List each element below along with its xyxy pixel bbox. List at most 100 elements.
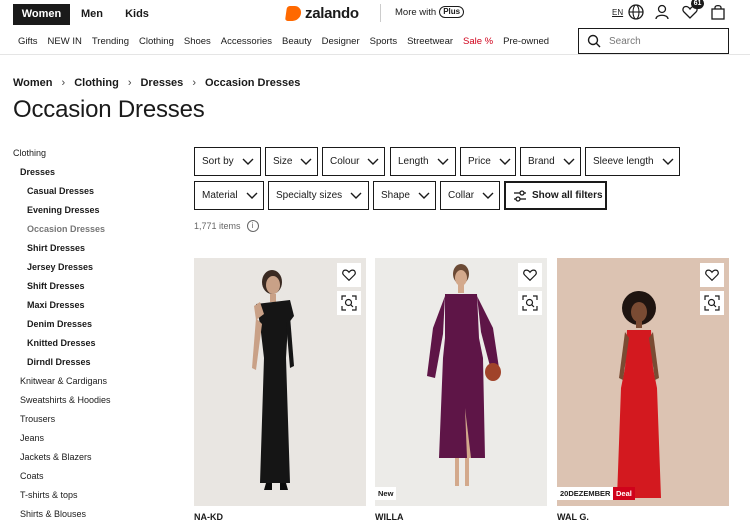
- sidebar-item-denim-dresses[interactable]: Denim Dresses: [27, 319, 92, 329]
- chevron-down-icon: [300, 158, 312, 165]
- sidebar-item-sweatshirts[interactable]: Sweatshirts & Hoodies: [20, 395, 111, 405]
- filter-colour[interactable]: Colour: [322, 147, 385, 176]
- heart-icon: [342, 269, 356, 282]
- nav-designer[interactable]: Designer: [322, 36, 360, 47]
- tab-women[interactable]: Women: [13, 4, 70, 25]
- header-divider-line: [0, 54, 750, 55]
- nav-beauty[interactable]: Beauty: [282, 36, 312, 47]
- item-count-label: 1,771 items: [194, 221, 241, 231]
- wishlist-button[interactable]: [518, 263, 542, 287]
- nav-shoes[interactable]: Shoes: [184, 36, 211, 47]
- sidebar-item-trousers[interactable]: Trousers: [20, 414, 55, 424]
- filter-sort-by[interactable]: Sort by: [194, 147, 261, 176]
- nav-trending[interactable]: Trending: [92, 36, 129, 47]
- more-with-label: More with: [395, 6, 437, 18]
- breadcrumb-current: Occasion Dresses: [204, 77, 301, 89]
- nav-pre-owned[interactable]: Pre-owned: [503, 36, 549, 47]
- filter-label: Shape: [381, 190, 410, 201]
- info-icon[interactable]: i: [246, 220, 259, 232]
- show-all-filters-label: Show all filters: [532, 190, 603, 201]
- sidebar-item-shift-dresses[interactable]: Shift Dresses: [27, 281, 85, 291]
- search-input[interactable]: [609, 35, 719, 47]
- tab-kids[interactable]: Kids: [117, 4, 157, 25]
- product-card[interactable]: 20DEZEMBER Deal: [557, 258, 729, 506]
- promo-badge: 20DEZEMBER: [557, 487, 614, 500]
- account-icon[interactable]: [653, 3, 671, 21]
- nav-new-in[interactable]: NEW IN: [48, 36, 82, 47]
- wishlist-count-badge: 61: [691, 0, 704, 9]
- find-similar-button[interactable]: [518, 291, 542, 315]
- nav-clothing[interactable]: Clothing: [139, 36, 174, 47]
- product-card[interactable]: [194, 258, 366, 506]
- product-brand[interactable]: WILLA: [375, 512, 404, 522]
- bag-icon[interactable]: [709, 3, 727, 21]
- chevron-down-icon: [367, 158, 379, 165]
- page-title: Occasion Dresses: [13, 96, 205, 123]
- chevron-down-icon: [246, 192, 258, 199]
- search-box[interactable]: [578, 28, 729, 54]
- sidebar-item-jeans[interactable]: Jeans: [20, 433, 44, 443]
- breadcrumb-dresses[interactable]: Dresses: [140, 77, 183, 89]
- sidebar-item-tshirts[interactable]: T-shirts & tops: [20, 490, 78, 500]
- deal-badge: Deal: [613, 487, 635, 500]
- logo-mark-icon: [284, 5, 303, 21]
- sidebar-item-jackets[interactable]: Jackets & Blazers: [20, 452, 92, 462]
- chevron-down-icon: [418, 192, 430, 199]
- nav-gifts[interactable]: Gifts: [18, 36, 38, 47]
- sidebar-item-occasion-dresses[interactable]: Occasion Dresses: [27, 224, 105, 234]
- nav-accessories[interactable]: Accessories: [221, 36, 272, 47]
- filter-length[interactable]: Length: [390, 147, 456, 176]
- filter-price[interactable]: Price: [460, 147, 516, 176]
- tab-men[interactable]: Men: [72, 4, 112, 25]
- filter-collar[interactable]: Collar: [440, 181, 500, 210]
- sidebar-item-dresses[interactable]: Dresses: [20, 167, 55, 177]
- sidebar-item-shirt-dresses[interactable]: Shirt Dresses: [27, 243, 85, 253]
- new-badge: New: [375, 487, 397, 500]
- sidebar-item-knitwear[interactable]: Knitwear & Cardigans: [20, 376, 107, 386]
- sidebar-item-dirndl-dresses[interactable]: Dirndl Dresses: [27, 357, 91, 367]
- chevron-down-icon: [437, 158, 449, 165]
- show-all-filters-button[interactable]: Show all filters: [504, 181, 607, 210]
- nav-streetwear[interactable]: Streetwear: [407, 36, 453, 47]
- filter-label: Material: [202, 190, 238, 201]
- breadcrumb-clothing[interactable]: Clothing: [74, 77, 119, 89]
- chevron-right-icon: ›: [192, 77, 196, 89]
- nav-sale[interactable]: Sale %: [463, 36, 493, 47]
- find-similar-button[interactable]: [700, 291, 724, 315]
- nav-sports[interactable]: Sports: [370, 36, 397, 47]
- plus-badge: Plus: [439, 6, 465, 18]
- filter-label: Specialty sizes: [276, 190, 343, 201]
- visual-search-icon: [704, 295, 720, 311]
- filter-brand[interactable]: Brand: [520, 147, 581, 176]
- language-selector[interactable]: EN: [612, 8, 623, 17]
- sidebar-item-maxi-dresses[interactable]: Maxi Dresses: [27, 300, 85, 310]
- product-brand[interactable]: WAL G.: [557, 512, 589, 522]
- more-with-plus-link[interactable]: More with Plus: [395, 6, 465, 18]
- chevron-down-icon: [662, 158, 674, 165]
- sidebar-item-coats[interactable]: Coats: [20, 471, 44, 481]
- product-brand[interactable]: NA-KD: [194, 512, 223, 522]
- filter-label: Colour: [330, 156, 360, 167]
- breadcrumb-women[interactable]: Women: [13, 77, 53, 89]
- wishlist-button[interactable]: [700, 263, 724, 287]
- filter-material[interactable]: Material: [194, 181, 264, 210]
- find-similar-button[interactable]: [337, 291, 361, 315]
- globe-icon[interactable]: [627, 3, 645, 21]
- sidebar-item-casual-dresses[interactable]: Casual Dresses: [27, 186, 94, 196]
- filter-specialty-sizes[interactable]: Specialty sizes: [268, 181, 369, 210]
- wishlist-button[interactable]: [337, 263, 361, 287]
- filter-label: Brand: [528, 156, 555, 167]
- logo-text: zalando: [305, 4, 359, 22]
- sidebar-item-jersey-dresses[interactable]: Jersey Dresses: [27, 262, 93, 272]
- filter-sleeve-length[interactable]: Sleeve length: [585, 147, 680, 176]
- product-card[interactable]: New: [375, 258, 547, 506]
- sidebar-item-clothing[interactable]: Clothing: [13, 148, 46, 158]
- sidebar-item-shirts-blouses[interactable]: Shirts & Blouses: [20, 509, 86, 519]
- sidebar-item-knitted-dresses[interactable]: Knitted Dresses: [27, 338, 96, 348]
- zalando-logo[interactable]: zalando: [284, 4, 359, 22]
- chevron-right-icon: ›: [61, 77, 66, 89]
- filter-shape[interactable]: Shape: [373, 181, 436, 210]
- filter-size[interactable]: Size: [265, 147, 318, 176]
- sidebar-item-evening-dresses[interactable]: Evening Dresses: [27, 205, 100, 215]
- visual-search-icon: [341, 295, 357, 311]
